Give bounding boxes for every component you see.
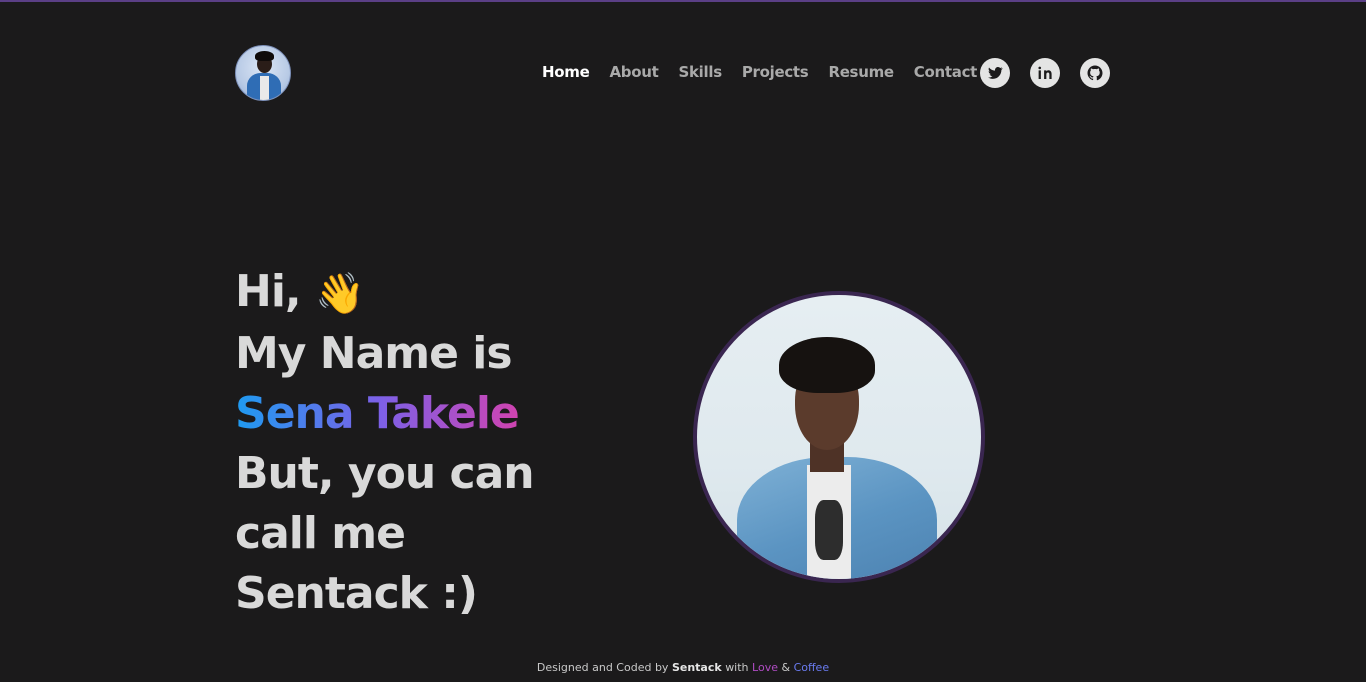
hero-heading: Hi, 👋 My Name is Sena Takele But, you ca… — [235, 262, 655, 624]
footer-prefix: Designed and Coded by — [536, 661, 669, 674]
footer-coffee: Coffee — [793, 661, 830, 674]
hero-name-line: Sena Takele — [235, 384, 655, 444]
nav-projects[interactable]: Projects — [742, 63, 809, 81]
nav-about[interactable]: About — [609, 63, 658, 81]
logo-avatar[interactable] — [235, 45, 291, 101]
linkedin-icon[interactable] — [1030, 58, 1060, 88]
footer-amp: & — [781, 661, 791, 674]
footer-credit: Designed and Coded by Sentack with Love … — [0, 661, 1366, 674]
nav-skills[interactable]: Skills — [678, 63, 722, 81]
twitter-icon[interactable] — [980, 58, 1010, 88]
hero-greeting-line: Hi, 👋 — [235, 262, 655, 324]
main-nav: Home About Skills Projects Resume Contac… — [542, 63, 977, 81]
greeting-text: Hi, — [235, 266, 302, 317]
hero-line-6: Sentack :) — [235, 568, 478, 619]
footer-love: Love — [752, 661, 778, 674]
social-links — [980, 58, 1110, 88]
hero-line-5: call me — [235, 508, 406, 559]
nav-contact[interactable]: Contact — [914, 63, 978, 81]
top-accent-line — [0, 0, 1366, 2]
hero-name: Sena Takele — [235, 388, 520, 439]
footer-brand: Sentack — [671, 661, 722, 674]
footer-with: with — [725, 661, 749, 674]
hero-line-4: But, you can — [235, 448, 535, 499]
hero-line-2: My Name is — [235, 328, 513, 379]
github-icon[interactable] — [1080, 58, 1110, 88]
nav-home[interactable]: Home — [542, 63, 590, 81]
waving-hand-icon: 👋 — [314, 271, 365, 317]
nav-resume[interactable]: Resume — [828, 63, 894, 81]
profile-portrait — [693, 291, 985, 583]
